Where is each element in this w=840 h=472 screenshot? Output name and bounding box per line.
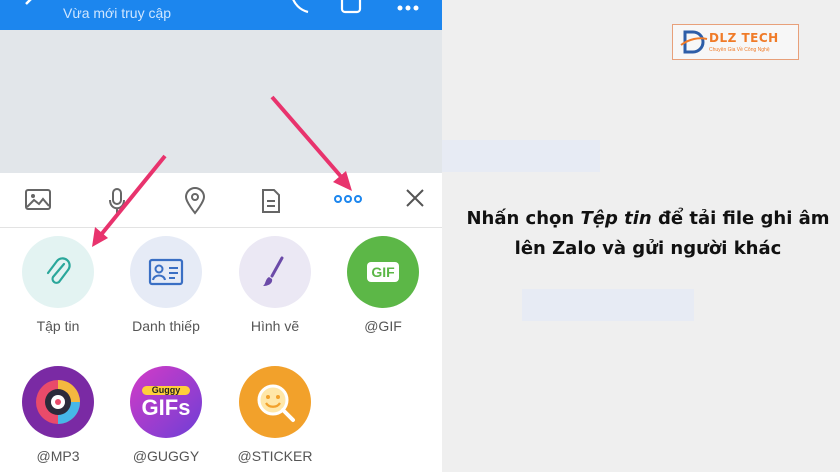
caption-line-1: Nhấn chọn Tệp tin để tải file ghi âm	[456, 204, 840, 234]
logo-tagline: Chuyên Gia Về Công Nghệ	[709, 47, 770, 53]
logo-mark-icon	[680, 30, 708, 54]
grid-item-label: @GUGGY	[132, 448, 200, 464]
more-icon[interactable]	[333, 193, 363, 205]
phone-screenshot: Vừa mới truy cập Tập tin Danh thiếp Hình…	[0, 0, 442, 472]
grid-item-file[interactable]: Tập tin	[8, 236, 108, 334]
grid-item-contact-card[interactable]: Danh thiếp	[116, 236, 216, 334]
caption-text: để tải file ghi âm	[651, 208, 830, 229]
guggy-icon: Guggy GIFs	[130, 366, 202, 438]
paperclip-icon	[22, 236, 94, 308]
grid-item-guggy[interactable]: Guggy GIFs @GUGGY	[116, 366, 216, 464]
grid-item-drawing[interactable]: Hình vẽ	[225, 236, 325, 334]
location-icon[interactable]	[184, 187, 206, 215]
last-seen-status: Vừa mới truy cập	[63, 5, 172, 21]
grid-item-label: Tập tin	[36, 318, 80, 334]
background-smear	[442, 140, 600, 172]
instruction-caption: Nhấn chọn Tệp tin để tải file ghi âm lên…	[456, 204, 840, 264]
grid-item-mp3[interactable]: @MP3	[8, 366, 108, 464]
grid-item-gif[interactable]: GIF @GIF	[333, 236, 433, 334]
video-call-icon[interactable]	[340, 0, 368, 16]
contact-card-icon	[130, 236, 202, 308]
logo-text: DLZ TECH	[709, 31, 779, 45]
phone-call-icon[interactable]	[288, 0, 312, 16]
chat-header: Vừa mới truy cập	[0, 0, 442, 30]
back-arrow-icon[interactable]	[22, 0, 42, 16]
gifs-text: GIFs	[141, 394, 191, 420]
attachment-grid: Tập tin Danh thiếp Hình vẽ GIF @GIF @MP3…	[0, 228, 442, 472]
menu-dots-icon[interactable]	[396, 0, 420, 16]
gif-icon: GIF	[347, 236, 419, 308]
mp3-icon	[22, 366, 94, 438]
caption-text: Nhấn chọn	[466, 208, 581, 229]
close-icon[interactable]	[404, 187, 426, 209]
caption-line-2: lên Zalo và gửi người khác	[514, 238, 782, 259]
caption-emphasis: Tệp tin	[580, 208, 652, 229]
microphone-icon[interactable]	[107, 187, 127, 215]
brush-icon	[239, 236, 311, 308]
attachment-toolbar	[0, 173, 442, 228]
grid-item-label: Hình vẽ	[250, 318, 300, 334]
image-icon[interactable]	[24, 187, 52, 213]
grid-item-label: Danh thiếp	[132, 318, 200, 334]
dlz-tech-logo: DLZ TECH Chuyên Gia Về Công Nghệ	[672, 24, 799, 60]
sticker-icon	[239, 366, 311, 438]
document-icon[interactable]	[260, 187, 282, 215]
guggy-brand: Guggy	[141, 385, 191, 395]
gif-badge: GIF	[367, 262, 399, 282]
grid-item-label: @MP3	[36, 448, 80, 464]
grid-item-label: @GIF	[364, 318, 402, 334]
grid-item-label: @STICKER	[237, 448, 313, 464]
grid-item-sticker[interactable]: @STICKER	[225, 366, 325, 464]
background-smear	[522, 289, 694, 321]
chat-area	[0, 30, 442, 173]
